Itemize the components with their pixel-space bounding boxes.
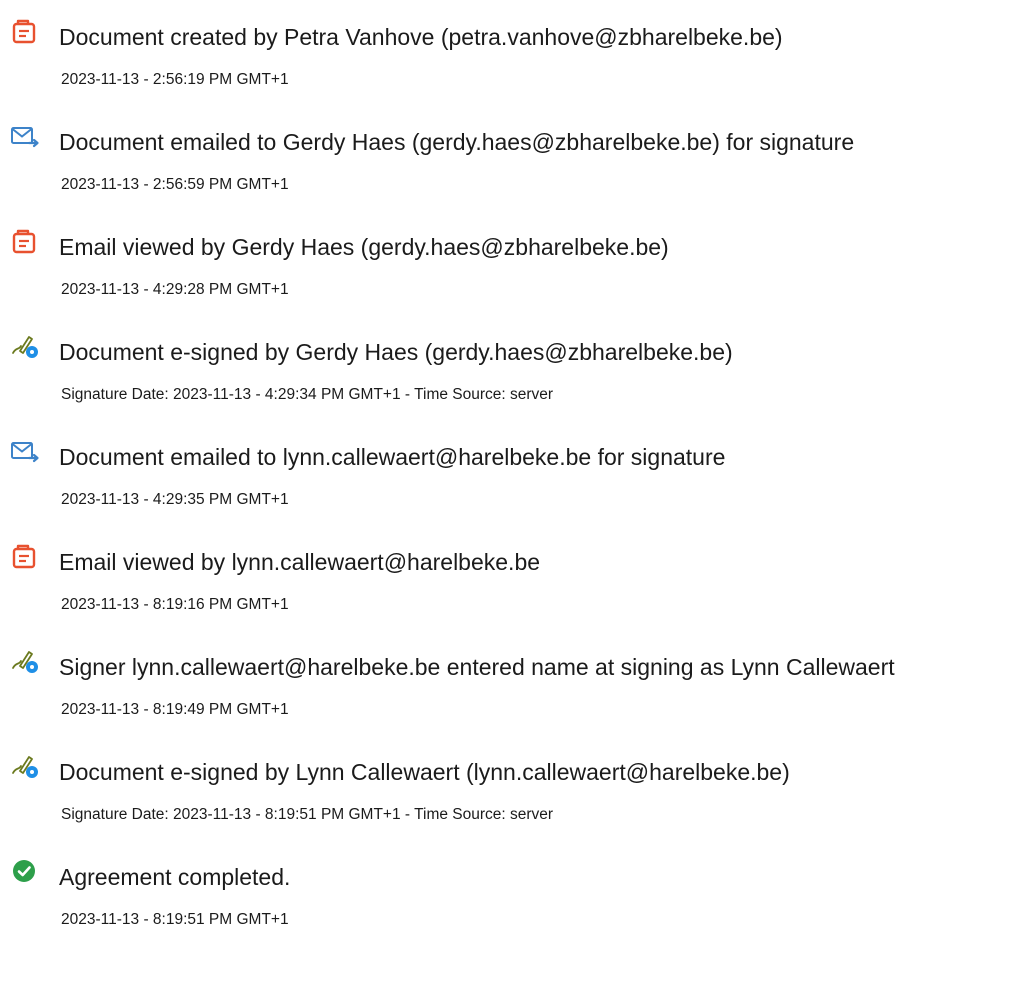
email-sent-icon (10, 438, 40, 464)
e-sign-icon (10, 753, 40, 779)
event-timestamp: 2023-11-13 - 2:56:59 PM GMT+1 (61, 176, 289, 193)
history-event: Document emailed to lynn.callewaert@hare… (0, 430, 1031, 520)
event-title: Document emailed to Gerdy Haes (gerdy.ha… (59, 129, 855, 155)
event-timestamp: Signature Date: 2023-11-13 - 8:19:51 PM … (61, 806, 554, 823)
history-event: Document e-signed by Lynn Callewaert (ly… (0, 745, 1031, 835)
history-event: Agreement completed. 2023-11-13 - 8:19:5… (0, 850, 1031, 940)
event-title: Agreement completed. (59, 864, 291, 890)
event-timestamp: 2023-11-13 - 4:29:28 PM GMT+1 (61, 281, 289, 298)
document-viewed-icon (10, 228, 40, 254)
history-event: Document emailed to Gerdy Haes (gerdy.ha… (0, 115, 1031, 205)
event-timestamp: 2023-11-13 - 4:29:35 PM GMT+1 (61, 491, 289, 508)
e-sign-icon (10, 333, 40, 359)
history-event: Email viewed by Gerdy Haes (gerdy.haes@z… (0, 220, 1031, 310)
history-event: Document e-signed by Gerdy Haes (gerdy.h… (0, 325, 1031, 415)
event-title: Document e-signed by Gerdy Haes (gerdy.h… (59, 339, 733, 365)
history-event: Email viewed by lynn.callewaert@harelbek… (0, 535, 1031, 625)
event-timestamp: 2023-11-13 - 8:19:16 PM GMT+1 (61, 596, 289, 613)
history-event: Document created by Petra Vanhove (petra… (0, 10, 1031, 100)
checkmark-circle-icon (10, 858, 40, 884)
e-sign-icon (10, 648, 40, 674)
event-timestamp: Signature Date: 2023-11-13 - 4:29:34 PM … (61, 386, 554, 403)
event-title: Document e-signed by Lynn Callewaert (ly… (59, 759, 790, 785)
event-title: Email viewed by Gerdy Haes (gerdy.haes@z… (59, 234, 669, 260)
event-title: Email viewed by lynn.callewaert@harelbek… (59, 549, 541, 575)
event-title: Document emailed to lynn.callewaert@hare… (59, 444, 726, 470)
event-title: Document created by Petra Vanhove (petra… (59, 24, 783, 50)
document-created-icon (10, 18, 40, 44)
event-timestamp: 2023-11-13 - 8:19:51 PM GMT+1 (61, 911, 289, 928)
event-title: Signer lynn.callewaert@harelbeke.be ente… (59, 654, 895, 680)
event-timestamp: 2023-11-13 - 8:19:49 PM GMT+1 (61, 701, 289, 718)
history-event: Signer lynn.callewaert@harelbeke.be ente… (0, 640, 1031, 730)
email-sent-icon (10, 123, 40, 149)
document-viewed-icon (10, 543, 40, 569)
event-timestamp: 2023-11-13 - 2:56:19 PM GMT+1 (61, 71, 289, 88)
